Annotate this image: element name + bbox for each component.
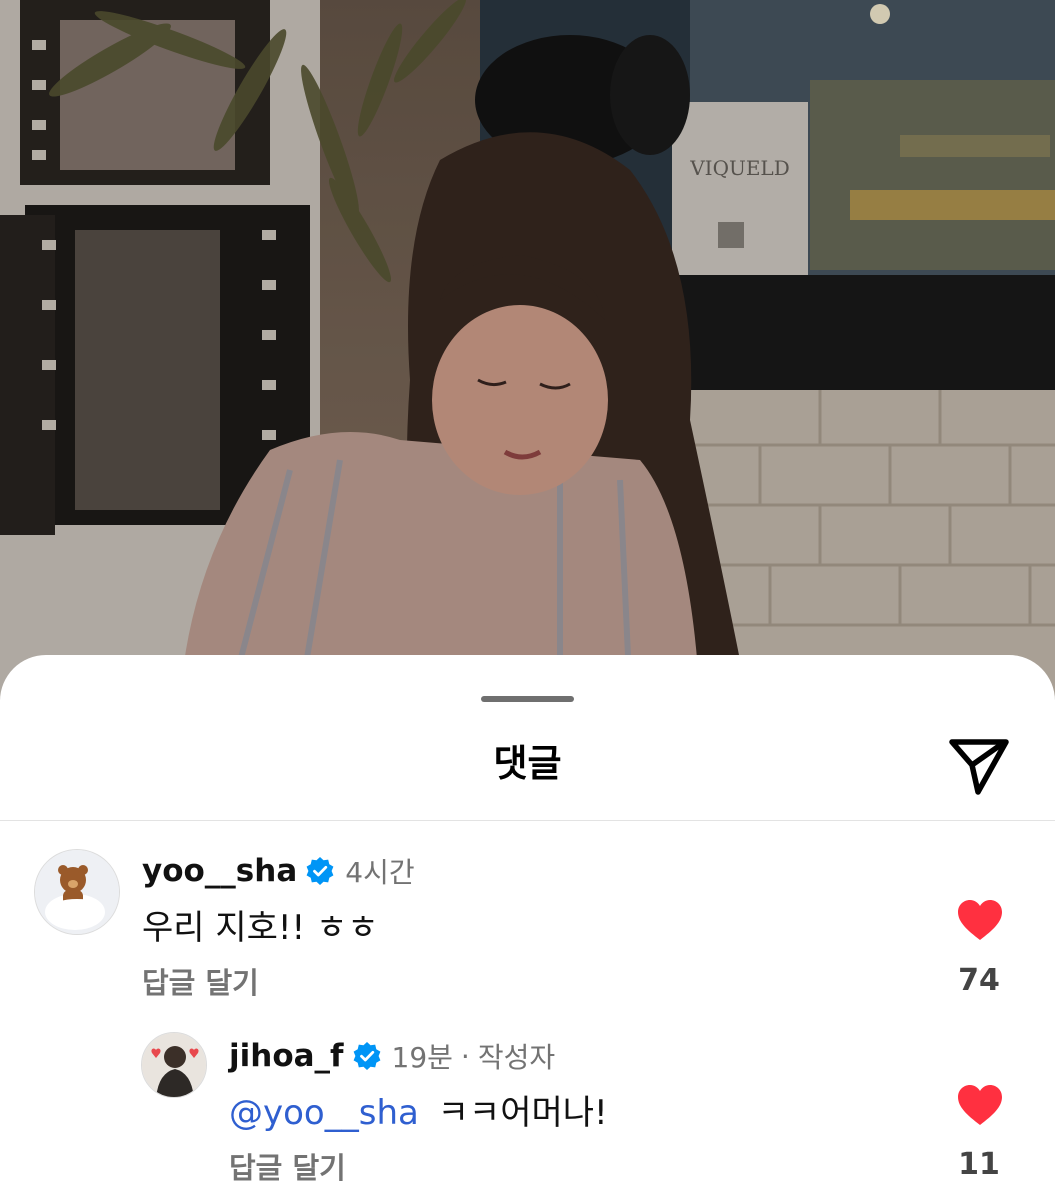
comment-text: 우리 지호!! ㅎㅎ [142,908,379,948]
comment-timestamp: 19분 [391,1041,453,1074]
sheet-drag-handle[interactable] [481,696,574,702]
verified-badge-icon [306,857,334,885]
user-mention-link[interactable]: @yoo__sha [229,1093,419,1133]
comment-text: @yoo__sha ㅋㅋ어머나! [229,1085,608,1134]
comments-sheet: 댓글 yoo__sha 4시간 우리 지호!! ㅎㅎ 답글 달기 74 jiho… [0,655,1055,1200]
comment-timestamp: 4시간 [345,856,415,889]
user-avatar-image [142,1033,206,1097]
sheet-divider [0,820,1055,821]
reply-button[interactable]: 답글 달기 [142,960,259,1002]
post-photo: VIQUELD [0,0,1055,700]
comment-header: jihoa_f 19분 · 작성자 [229,1036,555,1076]
comment-username[interactable]: yoo__sha [142,853,297,889]
share-button[interactable] [944,729,1014,799]
verified-badge-icon [353,1042,380,1070]
photo-illustration: VIQUELD [0,0,1055,700]
heart-icon[interactable] [957,1084,1003,1126]
heart-icon[interactable] [957,899,1003,941]
comment-header: yoo__sha 4시간 [142,851,415,891]
teddy-bear-avatar-image [35,850,119,934]
paper-plane-icon [949,739,1009,795]
avatar[interactable] [34,849,120,935]
author-badge: 작성자 [477,1041,556,1074]
sheet-title: 댓글 [493,742,562,785]
comment-username[interactable]: jihoa_f [229,1038,344,1074]
reply-button[interactable]: 답글 달기 [229,1145,346,1187]
comment-text-content: ㅋㅋ어머나! [437,1093,608,1133]
avatar[interactable] [141,1032,207,1098]
meta-separator: · [460,1039,470,1073]
like-count: 11 [958,1147,1000,1182]
like-count: 74 [958,963,1000,998]
